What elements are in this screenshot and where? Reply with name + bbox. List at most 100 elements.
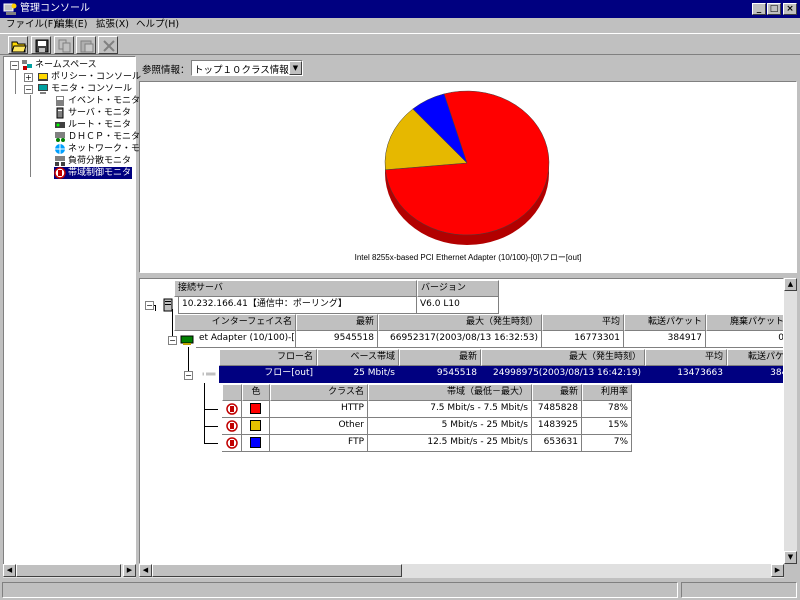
interface-avg-cell[interactable]: 16773301	[542, 331, 624, 348]
namespace-tree[interactable]: − ネームスペース + ポリシー・コンソール − モニタ・コンソール イベント・…	[3, 56, 141, 578]
flow-max-cell[interactable]: 24998975(2003/08/13 16:42:19)	[481, 366, 645, 383]
status-pane-secondary	[681, 582, 797, 598]
tree-scroll-thumb[interactable]	[16, 564, 121, 577]
header-if-max: 最大（発生時刻）	[378, 314, 542, 331]
delete-icon	[103, 40, 115, 52]
flow-packets-cell[interactable]: 3849	[727, 366, 783, 383]
chevron-down-icon[interactable]: ▼	[289, 61, 302, 75]
copy-icon	[58, 39, 71, 53]
network-card-icon	[180, 335, 194, 345]
color-swatch	[250, 403, 261, 414]
class-icon-cell	[222, 435, 242, 452]
class-name-cell[interactable]: HTTP	[270, 401, 368, 418]
header-class-color: 色	[242, 384, 270, 401]
save-button[interactable]	[31, 36, 51, 54]
class-band-cell[interactable]: 5 Mbit/s - 25 Mbit/s	[368, 418, 532, 435]
menu-extend[interactable]: 拡張(X)	[96, 19, 129, 31]
interface-latest-cell[interactable]: 9545518	[296, 331, 378, 348]
class-latest-cell[interactable]: 7485828	[532, 401, 582, 418]
header-if-packets: 転送パケット	[624, 314, 706, 331]
paste-icon	[80, 40, 94, 53]
window-title: 管理コンソール	[20, 3, 90, 14]
tree-scroll-right-icon[interactable]: ▶	[123, 564, 136, 577]
collapse-interface[interactable]: −	[168, 336, 177, 345]
interface-packets-cell[interactable]: 384917	[624, 331, 706, 348]
bandwidth-class-icon	[225, 403, 238, 415]
copy-button[interactable]	[54, 36, 74, 54]
header-flow-avg: 平均	[645, 349, 727, 366]
pie-chart-area: Intel 8255x-based PCI Ethernet Adapter (…	[139, 81, 797, 273]
header-flow-name: フロー名	[219, 349, 317, 366]
class-band-cell[interactable]: 12.5 Mbit/s - 25 Mbit/s	[368, 435, 532, 452]
header-flow-base: ベース帯域	[317, 349, 399, 366]
flow-avg-cell[interactable]: 13473663	[645, 366, 727, 383]
class-icon-cell	[222, 401, 242, 418]
tree-horizontal-scrollbar[interactable]: ◀ ▶	[3, 564, 136, 578]
expand-namespace[interactable]: −	[10, 61, 19, 70]
load-balance-monitor-icon	[55, 156, 65, 166]
scroll-left-icon[interactable]: ◀	[139, 564, 152, 577]
grid-horizontal-scrollbar[interactable]: ◀ ▶	[139, 564, 784, 578]
policy-console-icon	[38, 73, 48, 81]
flow-base-cell[interactable]: 25 Mbit/s	[317, 366, 399, 383]
tree-scroll-left-icon[interactable]: ◀	[3, 564, 16, 577]
interface-dropped-cell[interactable]: 0	[706, 331, 783, 348]
scroll-right-icon[interactable]: ▶	[771, 564, 784, 577]
server-icon	[163, 298, 173, 312]
menu-edit[interactable]: 編集(E)	[55, 19, 87, 31]
bandwidth-class-icon	[225, 437, 238, 449]
class-color-cell	[242, 418, 270, 435]
server-name-cell[interactable]: 10.232.166.41【通信中：ポーリング】	[178, 297, 417, 314]
class-latest-cell[interactable]: 1483925	[532, 418, 582, 435]
interface-name-cell[interactable]: et Adapter (10/100)-[0]	[196, 331, 296, 348]
grid-vertical-scrollbar[interactable]: ▲ ▼	[784, 278, 797, 564]
server-version-cell[interactable]: V6.0 L10	[417, 297, 499, 314]
header-if-dropped: 廃棄パケット	[706, 314, 783, 331]
class-rate-cell[interactable]: 7%	[582, 435, 632, 452]
bandwidth-monitor-icon	[54, 167, 66, 179]
route-monitor-icon	[55, 122, 65, 128]
class-rate-cell[interactable]: 78%	[582, 401, 632, 418]
close-button[interactable]: ×	[783, 3, 797, 15]
class-latest-cell[interactable]: 653631	[532, 435, 582, 452]
class-name-cell[interactable]: Other	[270, 418, 368, 435]
reference-select[interactable]: トップ１０クラス情報 ▼	[191, 60, 303, 76]
detail-grid[interactable]: 接続サーバ バージョン − 10.232.166.41【通信中：ポーリング】 V…	[139, 278, 784, 564]
scroll-up-icon[interactable]: ▲	[784, 278, 797, 291]
header-class-icon	[222, 384, 242, 401]
collapse-server[interactable]: −	[145, 301, 154, 310]
bandwidth-class-icon	[225, 420, 238, 432]
class-name-cell[interactable]: FTP	[270, 435, 368, 452]
class-rate-cell[interactable]: 15%	[582, 418, 632, 435]
menu-help[interactable]: ヘルプ(H)	[136, 19, 179, 31]
flow-latest-cell[interactable]: 9545518	[399, 366, 481, 383]
header-class-name: クラス名	[270, 384, 368, 401]
flow-name-cell[interactable]: フロー[out]	[219, 366, 317, 383]
scroll-down-icon[interactable]: ▼	[784, 551, 797, 564]
open-folder-icon	[11, 41, 27, 53]
header-flow-max: 最大（発生時刻）	[481, 349, 645, 366]
pie-chart: Intel 8255x-based PCI Ethernet Adapter (…	[355, 90, 581, 262]
class-band-cell[interactable]: 7.5 Mbit/s - 7.5 Mbit/s	[368, 401, 532, 418]
header-interface-name: インターフェイス名	[174, 314, 296, 331]
class-color-cell	[242, 435, 270, 452]
interface-max-cell[interactable]: 66952317(2003/08/13 16:32:53)	[378, 331, 542, 348]
paste-button[interactable]	[76, 36, 96, 54]
header-class-rate: 利用率	[582, 384, 632, 401]
scroll-thumb[interactable]	[152, 564, 402, 577]
minimize-button[interactable]: _	[752, 3, 766, 15]
header-version: バージョン	[417, 280, 499, 297]
status-bar	[0, 580, 800, 600]
expand-monitor[interactable]: −	[24, 85, 33, 94]
delete-button[interactable]	[98, 36, 118, 54]
tree-item-bandwidth-monitor[interactable]: 帯域制御モニタ	[54, 167, 132, 179]
collapse-flow[interactable]: −	[184, 371, 193, 380]
open-button[interactable]	[8, 36, 28, 54]
toolbar	[0, 33, 800, 55]
menu-file[interactable]: ファイル(F)	[6, 19, 57, 31]
header-flow-latest: 最新	[399, 349, 481, 366]
expand-policy[interactable]: +	[24, 73, 33, 82]
title-bar: 管理コンソール _ □ ×	[0, 0, 800, 18]
maximize-button[interactable]: □	[767, 3, 781, 15]
save-icon	[35, 39, 49, 53]
